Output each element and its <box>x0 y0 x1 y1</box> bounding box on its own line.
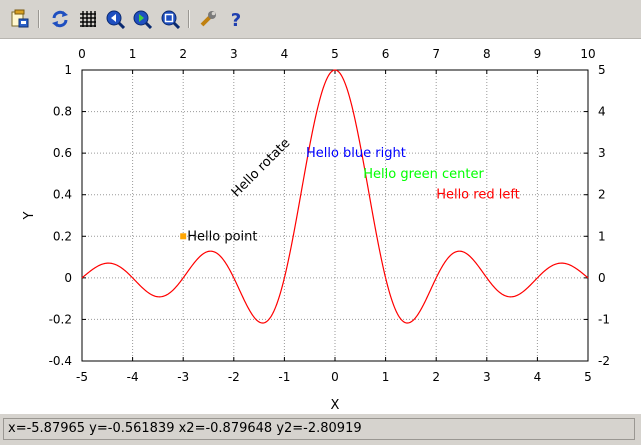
plot-area[interactable]: -5 -4 -3 -2 -1 0 1 2 3 4 5-0.4-0.200.20.40.60.810 1… <box>0 38 641 414</box>
toolbar-separator <box>38 10 40 28</box>
y-axis-label: Y <box>22 211 37 220</box>
x2-tick-label: 0 <box>78 47 86 61</box>
x-tick-label: 0 <box>331 370 339 384</box>
y-tick-label: -0.2 <box>49 312 72 326</box>
x2-tick-label: 5 <box>331 47 339 61</box>
x2-tick-label: 8 <box>483 47 491 61</box>
y2-tick-label: 0 <box>598 271 606 285</box>
x2-tick-label: 4 <box>281 47 289 61</box>
y-tick-label: 0 <box>64 271 72 285</box>
y2-tick-label: 2 <box>598 188 606 202</box>
y-tick-label: -0.4 <box>49 354 72 368</box>
x-tick-label: 5 <box>584 370 592 384</box>
annotation-label: Hello blue right <box>306 146 406 161</box>
y2-tick-label: -2 <box>598 354 610 368</box>
x-tick-label: -1 <box>278 370 290 384</box>
x-tick-label: 4 <box>534 370 542 384</box>
zoom-out-icon[interactable] <box>104 8 126 30</box>
zoom-fit-icon[interactable] <box>159 8 181 30</box>
x2-tick-label: 9 <box>534 47 542 61</box>
y-tick-label: 0.4 <box>53 188 72 202</box>
y2-tick-label: -1 <box>598 312 610 326</box>
status-bar: x=-5.87965 y=-0.561839 x2=-0.879648 y2=-… <box>3 418 635 440</box>
x-tick-label: 2 <box>432 370 440 384</box>
settings-icon[interactable] <box>197 8 219 30</box>
y-tick-label: 0.2 <box>53 229 72 243</box>
status-text: x=-5.87965 y=-0.561839 x2=-0.879648 y2=-… <box>8 421 362 436</box>
x2-tick-label: 3 <box>230 47 238 61</box>
y2-tick-label: 1 <box>598 229 606 243</box>
x2-tick-label: 6 <box>382 47 390 61</box>
x-tick-label: -4 <box>127 370 139 384</box>
load-icon[interactable] <box>9 8 31 30</box>
y2-tick-label: 3 <box>598 146 606 160</box>
annotation-label: Hello green center <box>363 167 484 182</box>
y-tick-label: 1 <box>64 63 72 77</box>
x-tick-label: 1 <box>382 370 390 384</box>
annotation-label: Hello rotate <box>229 136 294 201</box>
toolbar: ? <box>0 0 641 39</box>
x2-tick-label: 2 <box>179 47 187 61</box>
x2-tick-label: 7 <box>432 47 440 61</box>
annotation-label: Hello point <box>187 229 257 244</box>
x-tick-label: -5 <box>76 370 88 384</box>
grid-icon[interactable] <box>77 8 99 30</box>
help-icon[interactable]: ? <box>225 8 247 30</box>
x2-tick-label: 10 <box>580 47 595 61</box>
toolbar-separator <box>188 10 190 28</box>
refresh-icon[interactable] <box>49 8 71 30</box>
annotation-label: Hello red left <box>436 188 520 203</box>
x2-tick-label: 1 <box>129 47 137 61</box>
x-tick-label: 3 <box>483 370 491 384</box>
x-tick-label: -3 <box>177 370 189 384</box>
plot-frame <box>81 69 589 362</box>
x-tick-label: -2 <box>228 370 240 384</box>
x-axis-label: X <box>331 398 340 413</box>
y2-tick-label: 5 <box>598 63 606 77</box>
zoom-in-icon[interactable] <box>131 8 153 30</box>
y-tick-label: 0.8 <box>53 105 72 119</box>
y-tick-label: 0.6 <box>53 146 72 160</box>
y2-tick-label: 4 <box>598 105 606 119</box>
svg-text:?: ? <box>231 10 241 29</box>
data-point <box>180 233 187 240</box>
